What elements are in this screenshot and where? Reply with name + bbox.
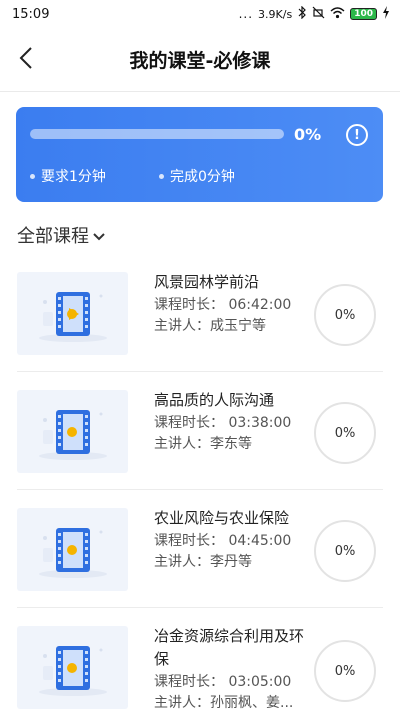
video-file-icon bbox=[39, 410, 107, 460]
course-item[interactable]: 冶金资源综合利用及环保 课程时长： 03:05:00 主讲人：孙丽枫、姜... … bbox=[17, 608, 383, 711]
video-file-icon bbox=[39, 292, 107, 342]
course-filter-label: 全部课程 bbox=[17, 226, 89, 247]
course-thumbnail bbox=[17, 390, 128, 473]
course-title: 风景园林学前沿 bbox=[154, 273, 260, 291]
course-duration: 课程时长： 03:05:00 bbox=[154, 674, 292, 690]
course-item[interactable]: 风景园林学前沿 课程时长： 06:42:00 主讲人：成玉宁等 0% bbox=[17, 254, 383, 372]
course-progress-ring: 0% bbox=[314, 402, 376, 464]
course-lecturer: 主讲人：成玉宁等 bbox=[154, 318, 266, 334]
course-item[interactable]: 高品质的人际沟通 课程时长： 03:38:00 主讲人：李东等 0% bbox=[17, 372, 383, 490]
wifi-icon bbox=[330, 6, 345, 22]
status-bar: 15:09 ... 3.9K/s 100 bbox=[0, 0, 400, 28]
course-progress-ring: 0% bbox=[314, 640, 376, 702]
course-duration: 课程时长： 06:42:00 bbox=[154, 297, 292, 313]
video-file-icon bbox=[39, 646, 107, 696]
course-lecturer: 主讲人：李丹等 bbox=[154, 554, 252, 570]
course-duration: 课程时长： 04:45:00 bbox=[154, 533, 292, 549]
video-file-icon bbox=[39, 528, 107, 578]
course-progress-ring: 0% bbox=[314, 284, 376, 346]
net-speed: 3.9K/s bbox=[258, 7, 293, 21]
charging-icon bbox=[382, 6, 390, 22]
status-icons: ... 3.9K/s 100 bbox=[238, 5, 390, 22]
completed-time-label: 完成0分钟 bbox=[170, 169, 235, 185]
battery-icon: 100 bbox=[350, 8, 377, 20]
course-lecturer: 主讲人：李东等 bbox=[154, 436, 252, 452]
course-title: 冶金资源综合利用及环保 bbox=[154, 627, 305, 668]
bluetooth-icon bbox=[297, 5, 307, 22]
course-thumbnail bbox=[17, 626, 128, 709]
back-arrow-icon bbox=[19, 47, 33, 73]
progress-bar bbox=[30, 129, 284, 139]
progress-percent: 0% bbox=[294, 125, 322, 144]
completed-time: 完成0分钟 bbox=[159, 166, 235, 186]
info-icon[interactable]: ! bbox=[346, 124, 368, 146]
progress-card: 0% ! 要求1分钟 完成0分钟 bbox=[16, 107, 383, 202]
mute-icon bbox=[312, 6, 325, 22]
app-header: 我的课堂-必修课 bbox=[0, 28, 400, 92]
course-title: 农业风险与农业保险 bbox=[154, 509, 290, 527]
course-item[interactable]: 农业风险与农业保险 课程时长： 04:45:00 主讲人：李丹等 0% bbox=[17, 490, 383, 608]
course-filter-dropdown[interactable]: 全部课程 bbox=[17, 222, 105, 248]
course-progress-ring: 0% bbox=[314, 520, 376, 582]
required-time-label: 要求1分钟 bbox=[41, 169, 106, 185]
course-title: 高品质的人际沟通 bbox=[154, 391, 275, 409]
course-thumbnail bbox=[17, 508, 128, 591]
back-button[interactable] bbox=[10, 44, 42, 76]
status-time: 15:09 bbox=[12, 6, 50, 22]
chevron-down-icon bbox=[93, 225, 105, 246]
page-title: 我的课堂-必修课 bbox=[129, 50, 271, 72]
course-duration: 课程时长： 03:38:00 bbox=[154, 415, 292, 431]
bullet-dot bbox=[159, 173, 164, 179]
course-lecturer: 主讲人：孙丽枫、姜... bbox=[154, 695, 294, 711]
notification-dots: ... bbox=[238, 7, 254, 21]
bullet-dot bbox=[30, 173, 35, 179]
required-time: 要求1分钟 bbox=[30, 166, 106, 186]
course-thumbnail bbox=[17, 272, 128, 355]
